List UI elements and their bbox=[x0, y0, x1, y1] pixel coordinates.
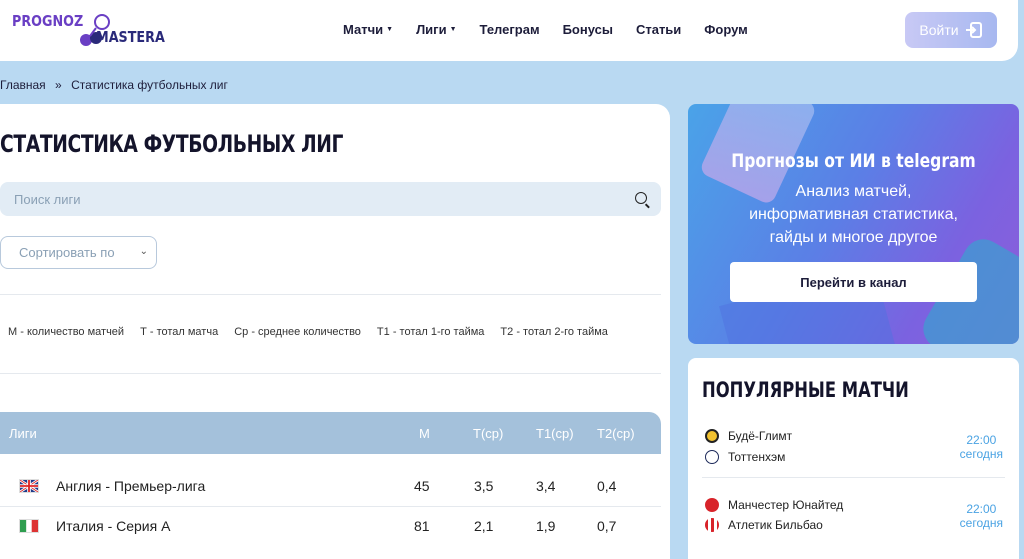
legend-item: Т - тотал матча bbox=[140, 326, 219, 338]
breadcrumb-current: Статистика футбольных лиг bbox=[71, 78, 228, 92]
nav-item-leagues[interactable]: Лиги ▼ bbox=[416, 22, 456, 37]
promo-text: Анализ матчей, информативная статистика,… bbox=[749, 183, 958, 246]
league-name[interactable]: Англия - Премьер-лига bbox=[56, 478, 205, 494]
site-logo[interactable]: PROGNOZ MASTERA bbox=[12, 8, 172, 52]
table-row[interactable]: Англия - Премьер-лига 45 3,5 3,4 0,4 bbox=[0, 466, 661, 506]
cell-t2: 0,4 bbox=[597, 478, 617, 494]
nav-item-matches[interactable]: Матчи ▼ bbox=[343, 22, 393, 37]
main-panel: СТАТИСТИКА ФУТБОЛЬНЫХ ЛИГ Сортировать по… bbox=[0, 104, 670, 559]
cell-t1: 1,9 bbox=[536, 518, 556, 534]
divider bbox=[702, 477, 1005, 478]
search-input[interactable] bbox=[14, 182, 614, 216]
main-nav: Матчи ▼ Лиги ▼ Телеграм Бонусы Статьи Фору… bbox=[343, 22, 771, 37]
promo-title: Прогнозы от ИИ в telegram bbox=[731, 150, 976, 172]
sort-select[interactable]: Сортировать по ⌄ bbox=[0, 236, 157, 269]
column-header-m[interactable]: М bbox=[419, 426, 430, 441]
match-time: 22:00 сегодня bbox=[959, 433, 1003, 461]
uk-flag-icon bbox=[19, 479, 39, 493]
match-item[interactable]: Манчестер Юнайтед Атлетик Бильбао 22:00 … bbox=[688, 497, 1019, 547]
team-logo-icon bbox=[705, 498, 719, 512]
legend-item: Т1 - тотал 1-го тайма bbox=[376, 326, 485, 338]
home-team: Будё-Глимт bbox=[728, 429, 793, 443]
match-item[interactable]: Будё-Глимт Тоттенхэм 22:00 сегодня bbox=[688, 428, 1019, 478]
column-header-t[interactable]: Т(ср) bbox=[473, 426, 503, 441]
cell-m: 81 bbox=[414, 518, 430, 534]
table-header: Лиги М Т(ср) Т1(ср) Т2(ср) bbox=[0, 412, 661, 454]
cell-t2: 0,7 bbox=[597, 518, 617, 534]
away-team: Атлетик Бильбао bbox=[728, 518, 823, 532]
cell-t1: 3,4 bbox=[536, 478, 556, 494]
legend-item: М - количество матчей bbox=[8, 326, 125, 338]
site-header: PROGNOZ MASTERA Матчи ▼ Лиги ▼ Телеграм Бо… bbox=[0, 0, 1018, 61]
table-row[interactable]: Италия - Серия А 81 2,1 1,9 0,7 bbox=[0, 506, 661, 546]
match-time: 22:00 сегодня bbox=[959, 502, 1003, 530]
sort-label: Сортировать по bbox=[19, 245, 115, 260]
breadcrumb: Главная » Статистика футбольных лиг bbox=[0, 78, 234, 92]
divider bbox=[0, 373, 661, 374]
nav-item-articles[interactable]: Статьи bbox=[636, 22, 681, 37]
nav-item-bonuses[interactable]: Бонусы bbox=[563, 22, 613, 37]
league-name[interactable]: Италия - Серия А bbox=[56, 518, 170, 534]
popular-matches: ПОПУЛЯРНЫЕ МАТЧИ Будё-Глимт Тоттенхэм 22… bbox=[688, 358, 1019, 559]
divider bbox=[0, 294, 661, 295]
search-box bbox=[0, 182, 661, 216]
chevron-down-icon: ⌄ bbox=[139, 246, 148, 257]
section-title: ПОПУЛЯРНЫЕ МАТЧИ bbox=[702, 378, 909, 402]
caret-down-icon: ▼ bbox=[449, 26, 457, 33]
italy-flag-icon bbox=[19, 519, 39, 533]
away-team: Тоттенхэм bbox=[728, 450, 786, 464]
login-button[interactable]: Войти bbox=[905, 12, 997, 48]
team-logo-icon bbox=[705, 450, 719, 464]
legend-item: Т2 - тотал 2-го тайма bbox=[500, 326, 608, 338]
telegram-promo-banner: Прогнозы от ИИ в telegram Анализ матчей,… bbox=[688, 104, 1019, 344]
team-logo-icon bbox=[705, 429, 719, 443]
go-to-channel-button[interactable]: Перейти в канал bbox=[730, 262, 977, 302]
breadcrumb-separator: » bbox=[55, 78, 62, 92]
cell-m: 45 bbox=[414, 478, 430, 494]
breadcrumb-home[interactable]: Главная bbox=[0, 78, 46, 92]
page-title: СТАТИСТИКА ФУТБОЛЬНЫХ ЛИГ bbox=[0, 130, 344, 158]
column-header-league[interactable]: Лиги bbox=[9, 426, 37, 441]
search-icon[interactable] bbox=[635, 192, 647, 204]
abbreviation-legend: М - количество матчей Т - тотал матча Ср… bbox=[8, 326, 624, 338]
nav-item-forum[interactable]: Форум bbox=[704, 22, 747, 37]
logo-text-bottom: MASTERA bbox=[96, 28, 165, 46]
login-arrow-icon bbox=[965, 22, 982, 38]
nav-item-telegram[interactable]: Телеграм bbox=[480, 22, 540, 37]
column-header-t1[interactable]: Т1(ср) bbox=[536, 426, 574, 441]
caret-down-icon: ▼ bbox=[386, 26, 394, 33]
team-logo-icon bbox=[705, 518, 719, 532]
home-team: Манчестер Юнайтед bbox=[728, 498, 844, 512]
column-header-t2[interactable]: Т2(ср) bbox=[597, 426, 635, 441]
legend-item: Ср - среднее количество bbox=[234, 326, 361, 338]
cell-t: 3,5 bbox=[474, 478, 494, 494]
cell-t: 2,1 bbox=[474, 518, 494, 534]
